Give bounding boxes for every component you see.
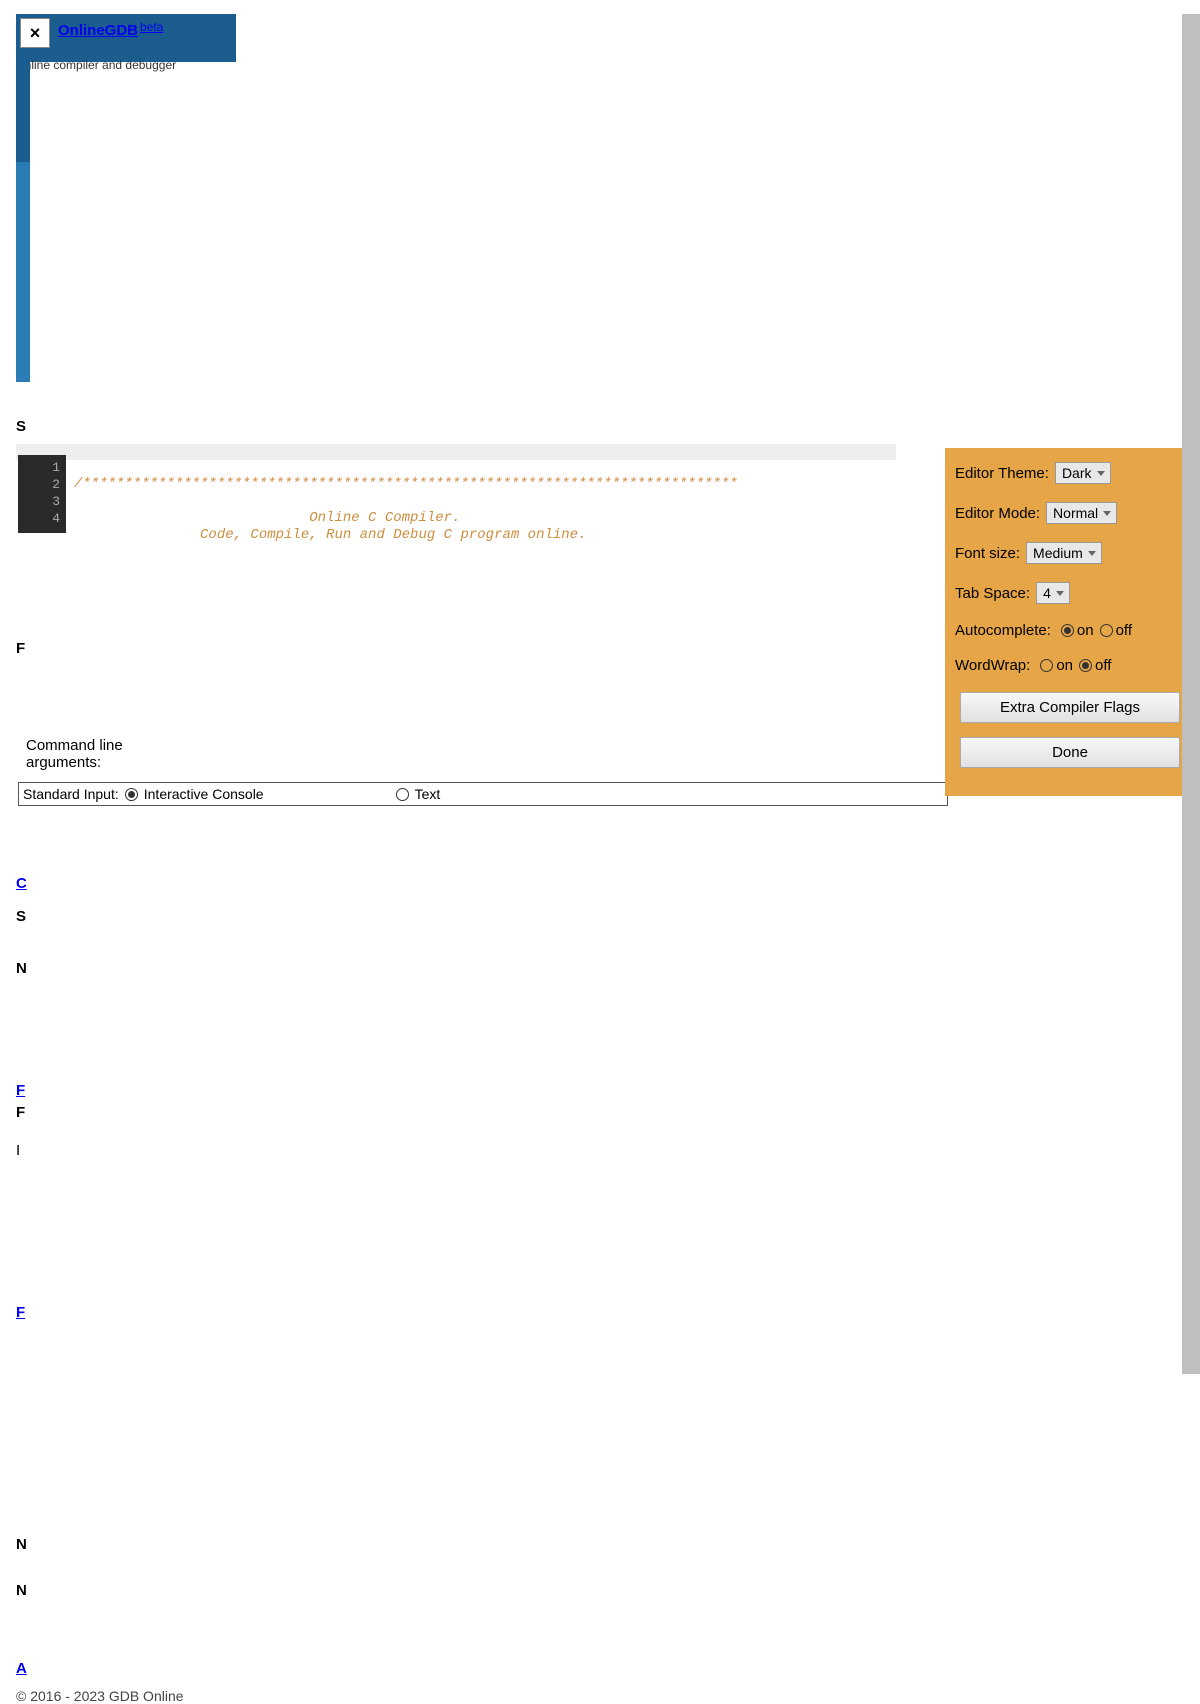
wordwrap-radiogroup: on off	[1036, 657, 1111, 674]
close-button[interactable]: ×	[20, 18, 50, 48]
autocomplete-on-radio[interactable]	[1061, 624, 1074, 637]
stdin-text-label: Text	[415, 786, 441, 802]
stdin-text-radio[interactable]	[396, 788, 409, 801]
wordwrap-off-radio[interactable]	[1079, 659, 1092, 672]
theme-label: Editor Theme:	[955, 465, 1049, 482]
clipped-text: N	[16, 1536, 27, 1553]
clipped-text: S	[16, 418, 26, 435]
close-icon: ×	[30, 23, 41, 44]
clipped-link[interactable]: F	[16, 1304, 25, 1321]
wordwrap-on-radio[interactable]	[1040, 659, 1053, 672]
app-header: × OnlineGDB beta	[16, 14, 236, 62]
fontsize-select[interactable]: Medium	[1026, 542, 1102, 564]
line-number: 3	[18, 493, 60, 510]
stdin-interactive-radio[interactable]	[125, 788, 138, 801]
app-title-link[interactable]: OnlineGDB	[58, 22, 138, 39]
line-number: 4	[18, 510, 60, 527]
sidebar-stripe-dark	[16, 62, 30, 162]
clipped-text: F	[16, 640, 25, 657]
cli-args-label: Command line arguments:	[26, 737, 123, 771]
clipped-text: I	[16, 1142, 20, 1159]
code-line: /***************************************…	[74, 476, 738, 492]
mode-label: Editor Mode:	[955, 505, 1040, 522]
code-area[interactable]: /***************************************…	[66, 455, 738, 561]
clipped-link[interactable]: C	[16, 875, 27, 892]
fontsize-label: Font size:	[955, 545, 1020, 562]
clipped-text: S	[16, 908, 26, 925]
extra-flags-button[interactable]: Extra Compiler Flags	[960, 692, 1180, 723]
tabspace-select[interactable]: 4	[1036, 582, 1070, 604]
beta-link[interactable]: beta	[140, 20, 163, 34]
clipped-link[interactable]: A	[16, 1660, 27, 1677]
footer-copyright: © 2016 - 2023 GDB Online	[16, 1688, 184, 1704]
app-subtitle: online compiler and debugger	[18, 58, 176, 72]
stdin-label: Standard Input:	[23, 786, 119, 802]
clipped-link[interactable]: F	[16, 1082, 25, 1099]
line-number: 1	[18, 459, 60, 476]
mode-select[interactable]: Normal	[1046, 502, 1117, 524]
done-button[interactable]: Done	[960, 737, 1180, 768]
autocomplete-radiogroup: on off	[1057, 622, 1132, 639]
stdin-row: Standard Input: Interactive Console Text	[18, 782, 948, 806]
tabspace-label: Tab Space:	[955, 585, 1030, 602]
autocomplete-off-radio[interactable]	[1100, 624, 1113, 637]
theme-select[interactable]: Dark	[1055, 462, 1111, 484]
autocomplete-label: Autocomplete:	[955, 622, 1051, 639]
editor-gutter: 1 2 3 4	[18, 455, 66, 533]
clipped-text: F	[16, 1104, 25, 1121]
wordwrap-label: WordWrap:	[955, 657, 1030, 674]
vertical-scrollbar-thumb[interactable]	[1182, 14, 1200, 1374]
stdin-interactive-label: Interactive Console	[144, 786, 264, 802]
line-number: 2	[18, 476, 60, 493]
clipped-text: N	[16, 960, 27, 977]
code-line: Online C Compiler.	[74, 510, 460, 526]
settings-panel: Editor Theme: Dark Editor Mode: Normal F…	[945, 448, 1195, 796]
sidebar-stripe-light	[16, 162, 30, 382]
code-line: Code, Compile, Run and Debug C program o…	[74, 527, 586, 543]
clipped-text: N	[16, 1582, 27, 1599]
